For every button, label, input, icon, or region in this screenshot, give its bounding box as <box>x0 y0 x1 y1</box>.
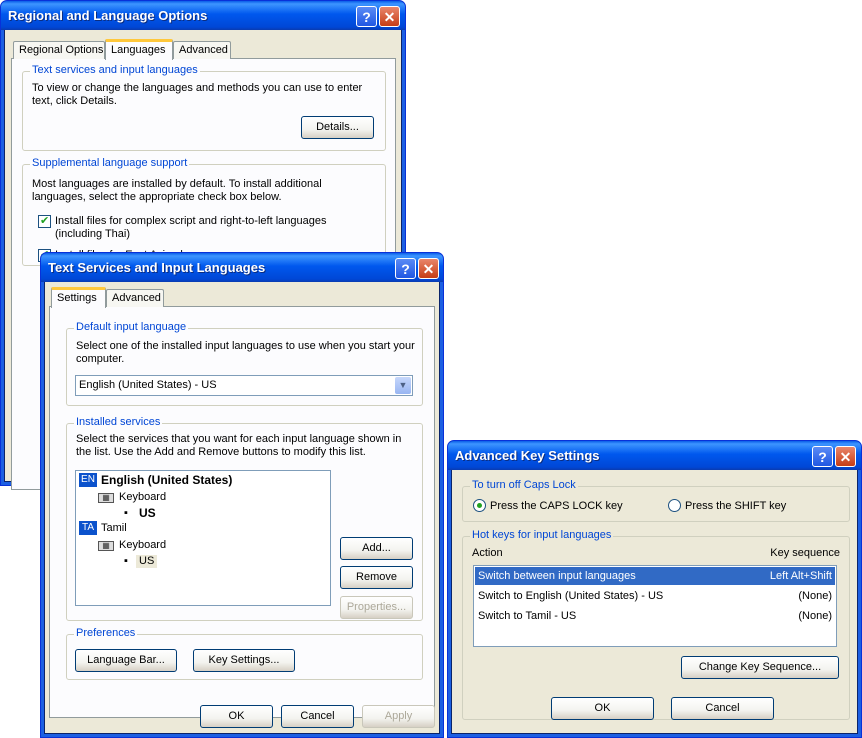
window-title: Text Services and Input Languages <box>48 260 266 275</box>
properties-button[interactable]: Properties... <box>340 596 413 619</box>
key-cell: Left Alt+Shift <box>769 570 832 582</box>
remove-button[interactable]: Remove <box>340 566 413 589</box>
cancel-button[interactable]: Cancel <box>671 697 774 720</box>
keyboard-icon: ▦ <box>98 541 114 551</box>
title-bar[interactable]: Text Services and Input Languages ? ✕ <box>41 253 443 282</box>
text-services-group: Text services and input languages To vie… <box>22 64 386 151</box>
caps-lock-radio[interactable] <box>473 499 486 512</box>
key-cell: (None) <box>798 590 832 602</box>
tree-item-english-keyboard[interactable]: Keyboard <box>119 491 166 504</box>
language-bar-button[interactable]: Language Bar... <box>75 649 177 672</box>
column-header-key-sequence: Key sequence <box>770 547 840 559</box>
caps-lock-label: Press the CAPS LOCK key <box>490 500 623 512</box>
default-language-description: Select one of the installed input langua… <box>76 340 415 365</box>
default-language-value: English (United States) - US <box>79 379 217 391</box>
tab-advanced[interactable]: Advanced <box>173 41 231 59</box>
ok-button[interactable]: OK <box>551 697 654 720</box>
key-cell: (None) <box>798 610 832 622</box>
window-client: To turn off Caps Lock Press the CAPS LOC… <box>452 470 857 733</box>
installed-services-description: Select the services that you want for ea… <box>76 433 402 458</box>
language-tag-en: EN <box>79 473 97 487</box>
tree-item-tamil[interactable]: Tamil <box>101 522 127 535</box>
help-icon[interactable]: ? <box>356 6 377 27</box>
change-key-sequence-button[interactable]: Change Key Sequence... <box>681 656 839 679</box>
group-label: Hot keys for input languages <box>470 529 614 541</box>
keyboard-icon: ▦ <box>98 493 114 503</box>
tab-advanced[interactable]: Advanced <box>106 289 164 307</box>
installed-services-group: Installed services Select the services t… <box>66 416 423 621</box>
shift-radio[interactable] <box>668 499 681 512</box>
window-client: Settings Advanced Default input language… <box>45 282 439 733</box>
chevron-down-icon[interactable]: ▼ <box>395 377 411 394</box>
group-label: Preferences <box>74 627 138 639</box>
bullet-icon: ▪ <box>124 555 128 567</box>
group-label: Installed services <box>74 416 163 428</box>
title-bar[interactable]: Advanced Key Settings ? ✕ <box>448 441 861 470</box>
help-icon[interactable]: ? <box>812 446 833 467</box>
hotkeys-group: Hot keys for input languages Action Key … <box>462 529 850 720</box>
window-title: Regional and Language Options <box>8 8 208 23</box>
tab-regional-options[interactable]: Regional Options <box>13 41 105 59</box>
language-tag-ta: TA <box>79 521 97 535</box>
window-title: Advanced Key Settings <box>455 448 600 463</box>
help-icon[interactable]: ? <box>395 258 416 279</box>
table-row[interactable]: Switch between input languages Left Alt+… <box>475 567 835 585</box>
close-icon[interactable]: ✕ <box>835 446 856 467</box>
group-label: Text services and input languages <box>30 64 200 76</box>
group-label: Supplemental language support <box>30 157 190 169</box>
tree-item-english[interactable]: English (United States) <box>101 474 232 487</box>
text-services-description: To view or change the languages and meth… <box>32 82 363 107</box>
supplemental-group: Supplemental language support Most langu… <box>22 157 386 266</box>
add-button[interactable]: Add... <box>340 537 413 560</box>
table-row[interactable]: Switch to Tamil - US (None) <box>475 607 835 625</box>
cancel-button[interactable]: Cancel <box>281 705 354 728</box>
shift-label: Press the SHIFT key <box>685 500 787 512</box>
default-language-select[interactable]: English (United States) - US ▼ <box>75 375 413 396</box>
text-services-window: Text Services and Input Languages ? ✕ Se… <box>40 252 444 738</box>
group-label: To turn off Caps Lock <box>470 479 578 491</box>
action-cell: Switch between input languages <box>478 570 636 582</box>
hotkeys-list[interactable]: Switch between input languages Left Alt+… <box>473 565 837 647</box>
tab-languages[interactable]: Languages <box>105 39 173 60</box>
caps-lock-group: To turn off Caps Lock Press the CAPS LOC… <box>462 479 850 522</box>
title-bar[interactable]: Regional and Language Options ? ✕ <box>1 1 405 30</box>
tree-item-tamil-layout[interactable]: US <box>136 555 158 568</box>
close-icon[interactable]: ✕ <box>379 6 400 27</box>
table-row[interactable]: Switch to English (United States) - US (… <box>475 587 835 605</box>
advanced-key-settings-window: Advanced Key Settings ? ✕ To turn off Ca… <box>447 440 862 738</box>
installed-services-tree[interactable]: EN English (United States) ▦ Keyboard ▪ … <box>75 470 331 606</box>
preferences-group: Preferences Language Bar... Key Settings… <box>66 627 423 680</box>
column-header-action: Action <box>472 547 503 559</box>
supplemental-description: Most languages are installed by default.… <box>32 178 322 203</box>
group-label: Default input language <box>74 321 189 333</box>
tree-item-tamil-keyboard[interactable]: Keyboard <box>119 539 166 552</box>
bullet-icon: ▪ <box>124 507 128 519</box>
complex-script-checkbox[interactable] <box>38 214 51 228</box>
key-settings-button[interactable]: Key Settings... <box>193 649 295 672</box>
ok-button[interactable]: OK <box>200 705 273 728</box>
action-cell: Switch to Tamil - US <box>478 610 577 622</box>
details-button[interactable]: Details... <box>301 116 374 139</box>
tree-item-english-layout[interactable]: US <box>139 507 156 520</box>
apply-button[interactable]: Apply <box>362 705 435 728</box>
complex-script-label: Install files for complex script and rig… <box>55 215 327 240</box>
action-cell: Switch to English (United States) - US <box>478 590 664 602</box>
tab-settings[interactable]: Settings <box>51 287 106 308</box>
close-icon[interactable]: ✕ <box>418 258 439 279</box>
default-language-group: Default input language Select one of the… <box>66 321 423 406</box>
